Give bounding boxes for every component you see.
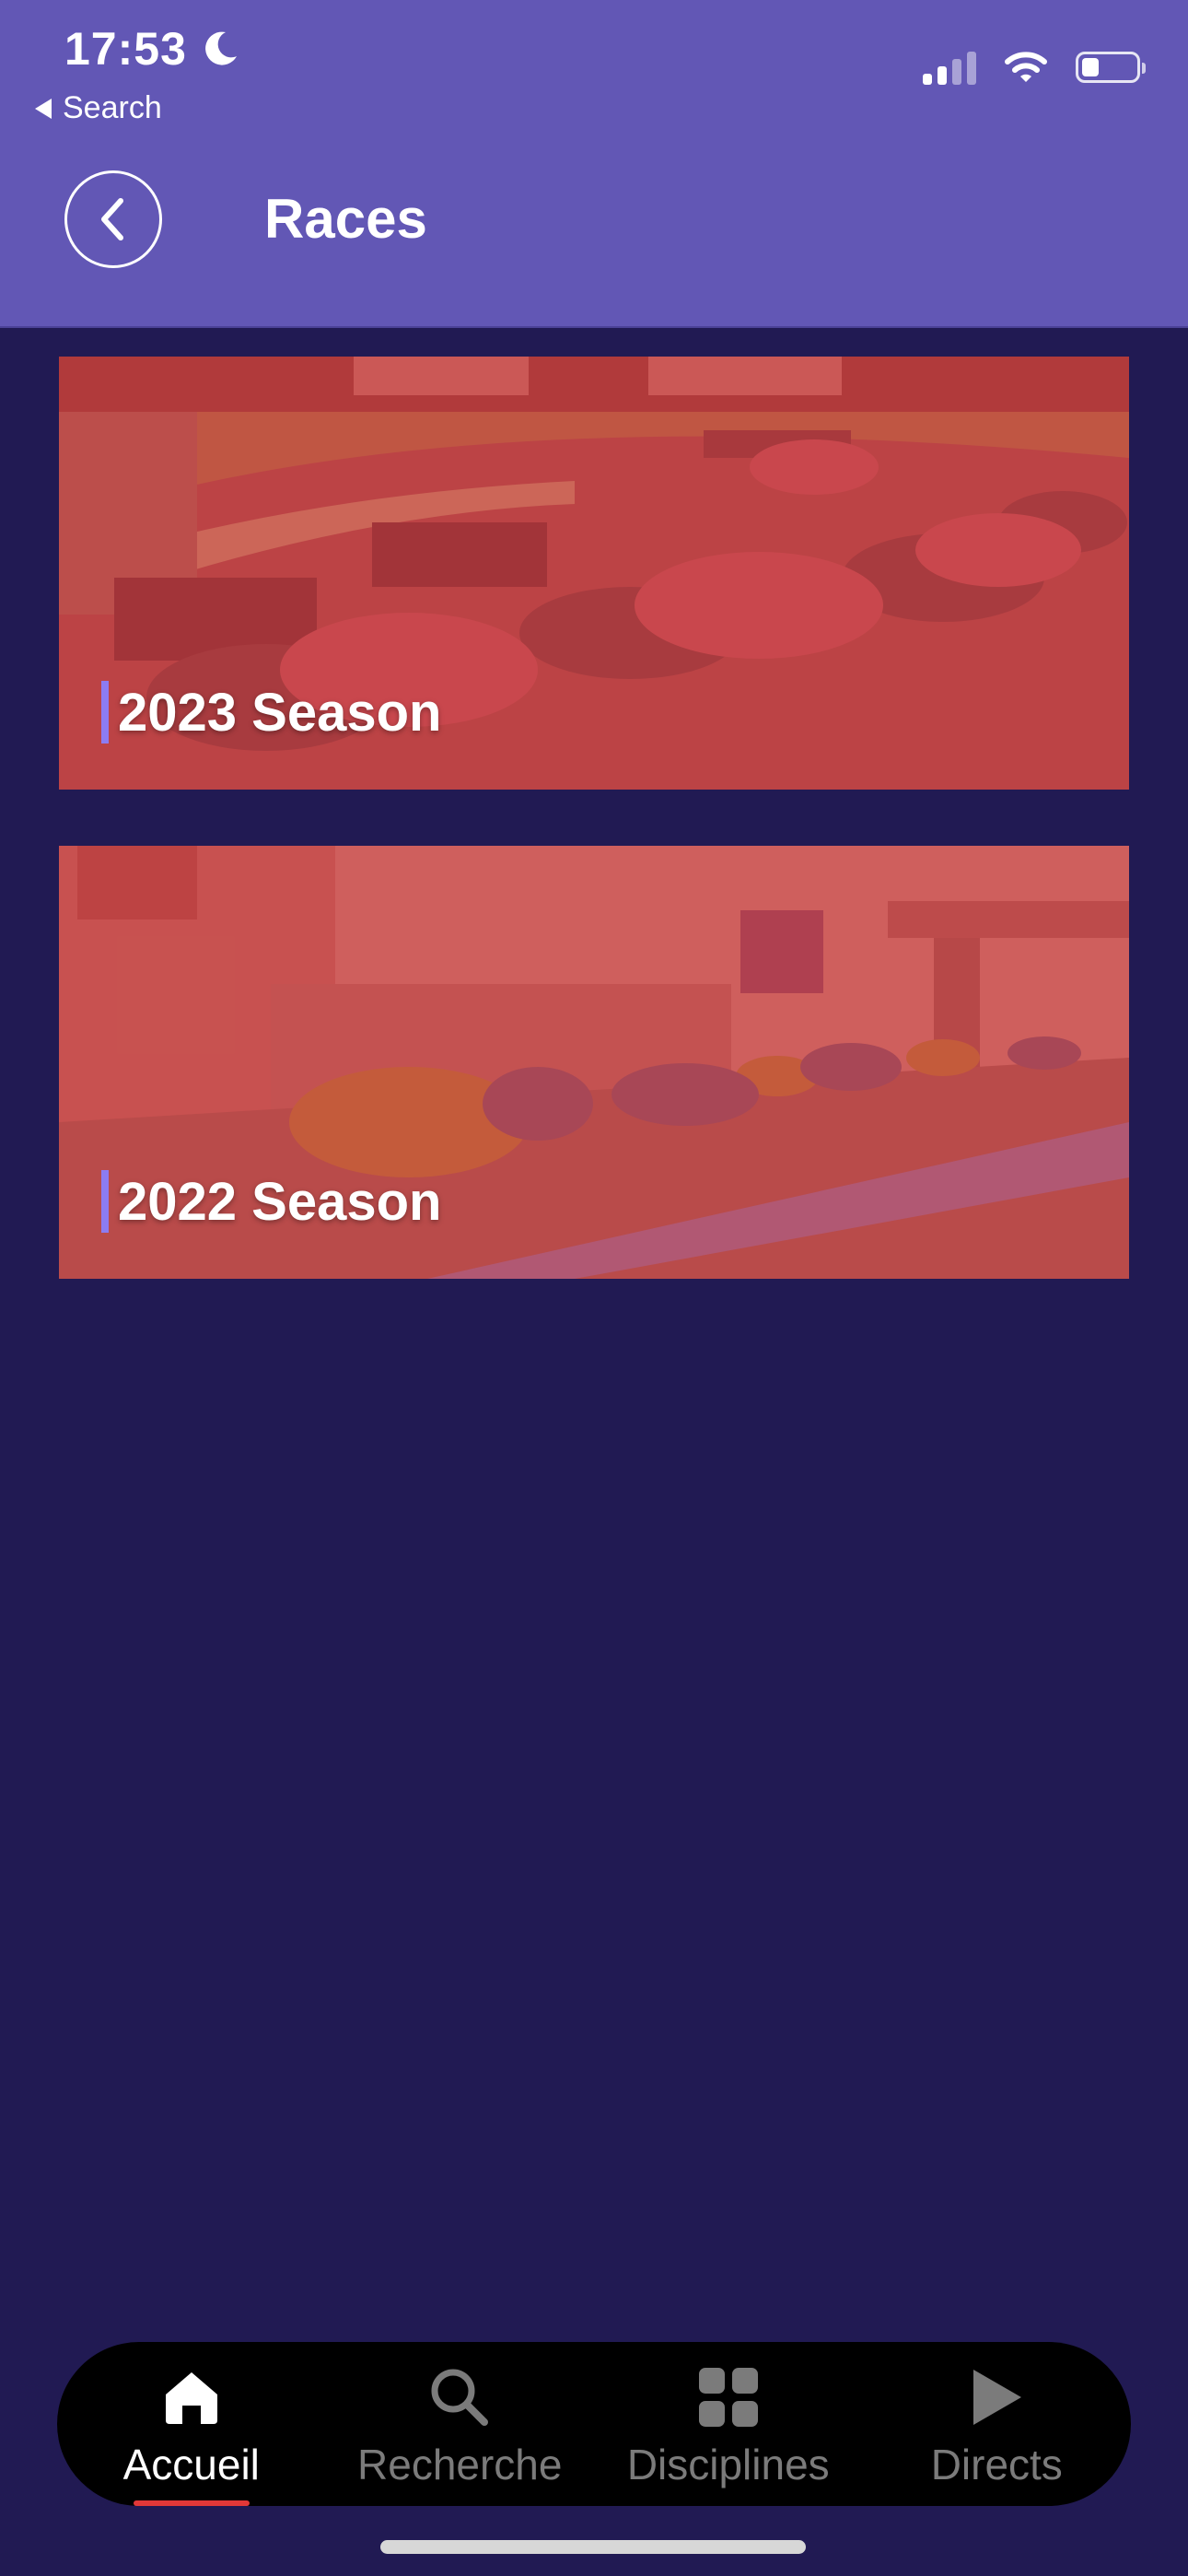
bottom-tab-bar: Accueil Recherche Disciplines Directs (57, 2342, 1131, 2506)
season-label-2023: 2023 Season (101, 681, 441, 744)
tab-label: Recherche (357, 2441, 563, 2488)
home-indicator[interactable] (380, 2540, 806, 2554)
back-to-search-link[interactable]: Search (35, 90, 162, 126)
signal-icon (923, 50, 976, 85)
tab-disciplines[interactable]: Disciplines (594, 2342, 863, 2506)
play-icon (963, 2364, 1030, 2430)
season-title: 2022 Season (118, 1171, 442, 1232)
search-icon (426, 2364, 493, 2430)
tab-label: Disciplines (626, 2441, 830, 2488)
clock-text: 17:53 (64, 23, 187, 75)
app-header: 17:53 Search Races (0, 0, 1188, 328)
grid-icon (695, 2364, 762, 2430)
chevron-left-icon (101, 198, 123, 240)
active-tab-indicator (133, 2500, 250, 2506)
tab-directs[interactable]: Directs (863, 2342, 1132, 2506)
back-to-search-label: Search (63, 90, 162, 125)
tab-recherche[interactable]: Recherche (326, 2342, 595, 2506)
back-triangle-icon (35, 98, 52, 119)
page-title: Races (264, 188, 427, 250)
accent-bar (101, 1170, 109, 1233)
home-icon (158, 2364, 225, 2430)
status-time: 17:53 (64, 22, 240, 76)
season-card-2022[interactable]: 2022 Season (59, 846, 1129, 1279)
season-title: 2023 Season (118, 682, 442, 743)
season-card-2023[interactable]: 2023 Season (59, 357, 1129, 790)
wifi-icon (1005, 52, 1047, 82)
battery-icon (1076, 52, 1146, 83)
tab-label: Accueil (122, 2441, 260, 2488)
back-button[interactable] (64, 170, 162, 268)
tab-label: Directs (930, 2441, 1063, 2488)
tab-accueil[interactable]: Accueil (57, 2342, 326, 2506)
season-label-2022: 2022 Season (101, 1170, 441, 1233)
moon-icon (204, 31, 237, 65)
status-indicators (923, 50, 1146, 85)
accent-bar (101, 681, 109, 744)
